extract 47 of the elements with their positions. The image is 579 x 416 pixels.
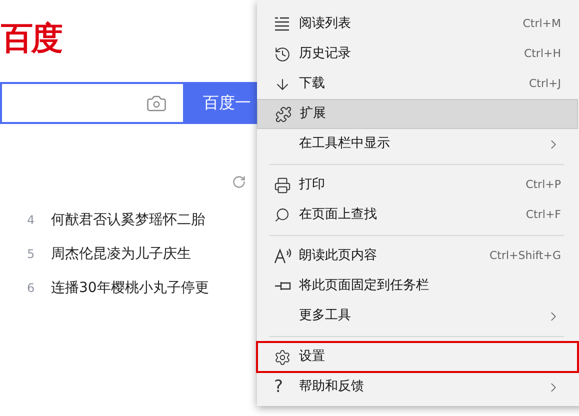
menu-item[interactable]: ? 帮助和反馈 <box>257 372 578 402</box>
settings-icon <box>274 348 291 366</box>
menu-item-label: 更多工具 <box>299 307 352 326</box>
shortcut-text: Ctrl+M <box>522 16 561 32</box>
search-icon <box>274 207 290 223</box>
menu-item[interactable]: 阅读列表 Ctrl+M <box>257 9 578 39</box>
search-field[interactable] <box>0 82 183 124</box>
menu-item[interactable]: 将此页面固定到任务栏 <box>257 271 578 301</box>
menu-item-label: 历史记录 <box>299 45 352 64</box>
list-icon <box>274 16 290 32</box>
shortcut-text: Ctrl+P <box>526 176 561 193</box>
menu-item-label: 在工具栏中显示 <box>299 135 391 154</box>
hot-search-link[interactable]: 连播30年樱桃小丸子停更 <box>51 278 209 298</box>
menu-item[interactable]: 历史记录 Ctrl+H <box>257 39 578 69</box>
menu-item-label: 扩展 <box>300 105 327 124</box>
rank-number: 6 <box>27 280 36 297</box>
puzzle-icon <box>275 106 292 122</box>
menu-item-label: 朗读此页内容 <box>299 247 378 266</box>
history-icon <box>274 46 291 62</box>
shortcut-text: Ctrl+H <box>524 46 561 62</box>
pin-icon <box>274 280 292 292</box>
printer-icon <box>274 176 291 194</box>
rank-number: 5 <box>27 246 36 263</box>
menu-item-label: 帮助和反馈 <box>299 378 365 396</box>
menu-item[interactable]: 朗读此页内容 Ctrl+Shift+G <box>257 241 578 271</box>
menu-item[interactable]: 更多工具 <box>257 301 578 331</box>
menu-item[interactable]: 在页面上查找 Ctrl+F <box>257 200 578 230</box>
rank-number: 4 <box>27 212 36 229</box>
hot-search-link[interactable]: 周杰伦昆凌为儿子庆生 <box>51 244 191 264</box>
menu-item-label: 阅读列表 <box>299 15 352 34</box>
menu-item-label: 下载 <box>299 75 326 94</box>
menu-item-label: 将此页面固定到任务栏 <box>299 277 430 296</box>
help-icon: ? <box>274 378 284 396</box>
menu-item[interactable]: 扩展 <box>257 99 578 129</box>
read-aloud-icon <box>274 248 292 264</box>
menu-item-label: 在页面上查找 <box>299 206 378 224</box>
refresh-icon[interactable] <box>232 175 246 189</box>
menu-item[interactable]: 设置 <box>257 342 578 372</box>
menu-item[interactable]: 在工具栏中显示 <box>257 129 578 159</box>
menu-item-label: 打印 <box>299 176 326 194</box>
menu-item-label: 设置 <box>299 348 326 366</box>
shortcut-text: Ctrl+J <box>528 76 561 92</box>
hot-search-link[interactable]: 何猷君否认奚梦瑶怀二胎 <box>51 210 205 230</box>
baidu-logo: 百度 <box>1 18 61 58</box>
shortcut-text: Ctrl+Shift+G <box>489 248 561 264</box>
shortcut-text: Ctrl+F <box>526 206 561 223</box>
menu-item[interactable]: 打印 Ctrl+P <box>257 170 578 200</box>
